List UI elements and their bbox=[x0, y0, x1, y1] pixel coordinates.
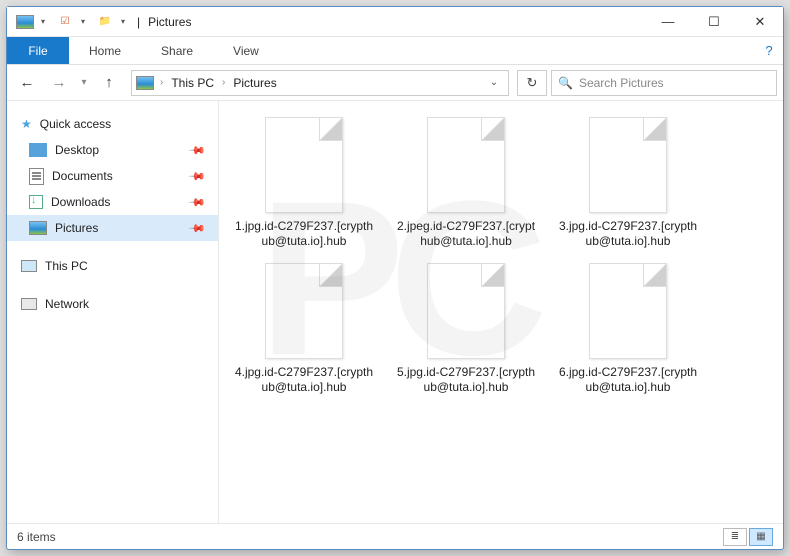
qat-check-icon[interactable]: ☑ bbox=[55, 12, 75, 32]
separator: | bbox=[137, 15, 140, 29]
sidebar-item-label: This PC bbox=[45, 259, 88, 273]
sidebar-item-downloads[interactable]: Downloads 📌 bbox=[7, 189, 218, 215]
file-thumb bbox=[265, 263, 343, 359]
sidebar-item-label: Documents bbox=[52, 169, 113, 183]
pin-icon: 📌 bbox=[188, 167, 207, 186]
nav-bar: ← → ▾ ↑ › This PC › Pictures ⌄ ↻ 🔍 Searc… bbox=[7, 65, 783, 101]
file-name: 1.jpg.id-C279F237.[crypthub@tuta.io].hub bbox=[233, 219, 375, 249]
sidebar-quick-access[interactable]: ★ Quick access bbox=[7, 111, 218, 137]
star-icon: ★ bbox=[21, 117, 32, 131]
qat-check-drop[interactable]: ▾ bbox=[81, 17, 89, 26]
ribbon-help-icon[interactable]: ? bbox=[755, 37, 783, 64]
sidebar: ★ Quick access Desktop 📌 Documents 📌 Dow… bbox=[7, 101, 219, 523]
breadcrumb-current[interactable]: Pictures bbox=[231, 76, 278, 90]
sidebar-item-label: Desktop bbox=[55, 143, 99, 157]
file-name: 2.jpeg.id-C279F237.[crypthub@tuta.io].hu… bbox=[395, 219, 537, 249]
qat-drop[interactable]: ▾ bbox=[121, 17, 129, 26]
documents-icon bbox=[29, 168, 44, 185]
downloads-icon bbox=[29, 195, 43, 209]
file-thumb bbox=[427, 117, 505, 213]
file-grid: 1.jpg.id-C279F237.[crypthub@tuta.io].hub… bbox=[219, 101, 783, 523]
folder-icon: 📁 bbox=[95, 12, 115, 32]
window-title: Pictures bbox=[148, 15, 191, 29]
sidebar-item-label: Network bbox=[45, 297, 89, 311]
chevron-right-icon[interactable]: › bbox=[158, 77, 165, 88]
file-thumb bbox=[589, 117, 667, 213]
back-button[interactable]: ← bbox=[13, 69, 41, 97]
pin-icon: 📌 bbox=[188, 193, 207, 212]
search-placeholder: Search Pictures bbox=[579, 76, 664, 90]
pin-icon: 📌 bbox=[188, 219, 207, 238]
sidebar-item-label: Downloads bbox=[51, 195, 110, 209]
file-item[interactable]: 5.jpg.id-C279F237.[crypthub@tuta.io].hub bbox=[395, 263, 537, 395]
file-thumb bbox=[265, 117, 343, 213]
sidebar-item-documents[interactable]: Documents 📌 bbox=[7, 163, 218, 189]
up-button[interactable]: ↑ bbox=[95, 69, 123, 97]
sidebar-item-label: Quick access bbox=[40, 117, 111, 131]
details-view-button[interactable]: ≣ bbox=[723, 528, 747, 546]
file-name: 3.jpg.id-C279F237.[crypthub@tuta.io].hub bbox=[557, 219, 699, 249]
file-thumb bbox=[589, 263, 667, 359]
file-tab[interactable]: File bbox=[7, 37, 69, 64]
app-icon bbox=[15, 12, 35, 32]
pc-icon bbox=[21, 260, 37, 272]
chevron-right-icon: › bbox=[220, 77, 227, 88]
minimize-button[interactable]: — bbox=[645, 7, 691, 37]
refresh-button[interactable]: ↻ bbox=[517, 70, 547, 96]
tab-share[interactable]: Share bbox=[141, 37, 213, 64]
status-bar: 6 items ≣ ▦ bbox=[7, 523, 783, 549]
search-icon: 🔍 bbox=[558, 76, 573, 90]
address-drop[interactable]: ⌄ bbox=[484, 77, 504, 88]
file-name: 6.jpg.id-C279F237.[crypthub@tuta.io].hub bbox=[557, 365, 699, 395]
file-name: 4.jpg.id-C279F237.[crypthub@tuta.io].hub bbox=[233, 365, 375, 395]
file-item[interactable]: 1.jpg.id-C279F237.[crypthub@tuta.io].hub bbox=[233, 117, 375, 249]
address-bar[interactable]: › This PC › Pictures ⌄ bbox=[131, 70, 509, 96]
icons-view-button[interactable]: ▦ bbox=[749, 528, 773, 546]
maximize-button[interactable]: ☐ bbox=[691, 7, 737, 37]
sidebar-item-label: Pictures bbox=[55, 221, 98, 235]
file-item[interactable]: 3.jpg.id-C279F237.[crypthub@tuta.io].hub bbox=[557, 117, 699, 249]
desktop-icon bbox=[29, 143, 47, 157]
breadcrumb-root[interactable]: This PC bbox=[169, 76, 216, 90]
tab-view[interactable]: View bbox=[213, 37, 279, 64]
forward-button[interactable]: → bbox=[45, 69, 73, 97]
sidebar-network[interactable]: Network bbox=[7, 291, 218, 317]
file-thumb bbox=[427, 263, 505, 359]
file-name: 5.jpg.id-C279F237.[crypthub@tuta.io].hub bbox=[395, 365, 537, 395]
ribbon: File Home Share View ? bbox=[7, 37, 783, 65]
history-drop[interactable]: ▾ bbox=[77, 69, 91, 97]
title-bar: ▾ ☑ ▾ 📁 ▾ | Pictures — ☐ ✕ bbox=[7, 7, 783, 37]
file-item[interactable]: 6.jpg.id-C279F237.[crypthub@tuta.io].hub bbox=[557, 263, 699, 395]
pictures-icon bbox=[29, 221, 47, 235]
network-icon bbox=[21, 298, 37, 310]
pin-icon: 📌 bbox=[188, 141, 207, 160]
tab-home[interactable]: Home bbox=[69, 37, 141, 64]
close-button[interactable]: ✕ bbox=[737, 7, 783, 37]
app-menu-drop[interactable]: ▾ bbox=[41, 17, 49, 26]
location-icon bbox=[136, 76, 154, 90]
file-item[interactable]: 4.jpg.id-C279F237.[crypthub@tuta.io].hub bbox=[233, 263, 375, 395]
status-item-count: 6 items bbox=[17, 530, 56, 544]
search-input[interactable]: 🔍 Search Pictures bbox=[551, 70, 777, 96]
sidebar-item-desktop[interactable]: Desktop 📌 bbox=[7, 137, 218, 163]
file-item[interactable]: 2.jpeg.id-C279F237.[crypthub@tuta.io].hu… bbox=[395, 117, 537, 249]
sidebar-item-pictures[interactable]: Pictures 📌 bbox=[7, 215, 218, 241]
sidebar-this-pc[interactable]: This PC bbox=[7, 253, 218, 279]
